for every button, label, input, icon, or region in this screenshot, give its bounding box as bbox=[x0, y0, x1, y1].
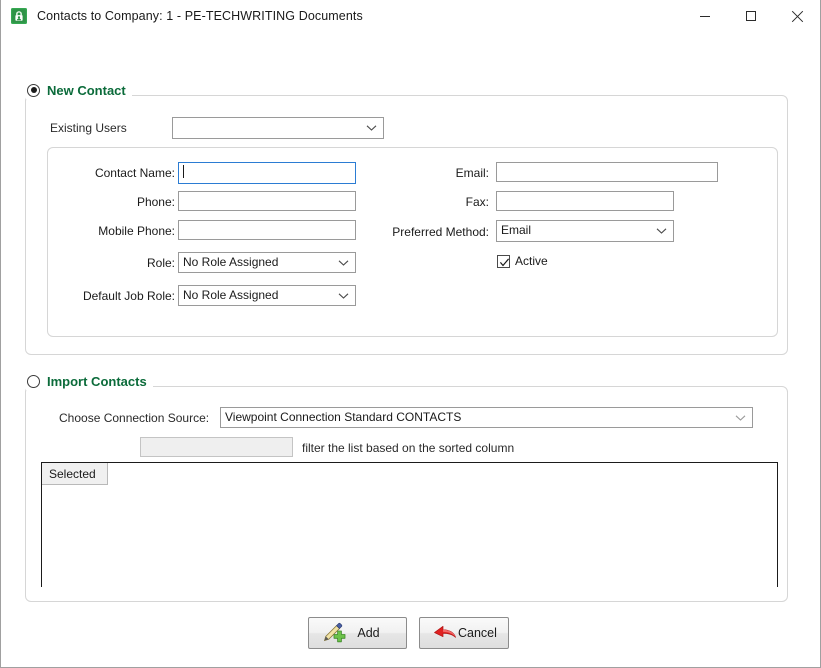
filter-input[interactable] bbox=[140, 437, 293, 457]
title-bar: Contacts to Company: 1 - PE-TECHWRITING … bbox=[1, 0, 820, 33]
email-input[interactable] bbox=[496, 162, 718, 182]
add-button-label: Add bbox=[357, 626, 380, 640]
existing-users-label: Existing Users bbox=[50, 121, 127, 135]
new-contact-label: New Contact bbox=[47, 82, 126, 98]
cancel-button-label: Cancel bbox=[458, 626, 497, 640]
window-title: Contacts to Company: 1 - PE-TECHWRITING … bbox=[37, 9, 363, 23]
role-combo[interactable]: No Role Assigned bbox=[178, 252, 356, 273]
new-contact-radio-row[interactable]: New Contact bbox=[26, 81, 132, 99]
window-controls bbox=[682, 0, 820, 32]
contacts-grid-body[interactable] bbox=[42, 486, 777, 587]
active-checkbox[interactable] bbox=[497, 254, 510, 268]
text-caret bbox=[183, 165, 184, 178]
fax-label: Fax: bbox=[465, 195, 489, 209]
fax-input[interactable] bbox=[496, 191, 674, 211]
active-checkbox-row[interactable]: Active bbox=[497, 254, 548, 268]
phone-input[interactable] bbox=[178, 191, 356, 211]
default-job-role-combo[interactable]: No Role Assigned bbox=[178, 285, 356, 306]
dialog-window: Contacts to Company: 1 - PE-TECHWRITING … bbox=[0, 0, 821, 668]
connection-source-label: Choose Connection Source: bbox=[59, 411, 210, 425]
chevron-down-icon bbox=[656, 222, 667, 241]
chevron-down-icon bbox=[366, 119, 377, 138]
import-contacts-label: Import Contacts bbox=[47, 373, 147, 389]
cancel-button[interactable]: Cancel bbox=[419, 617, 509, 649]
contacts-grid[interactable]: Selected bbox=[41, 462, 778, 587]
minimize-button[interactable] bbox=[682, 0, 728, 32]
preferred-method-label: Preferred Method: bbox=[392, 225, 489, 239]
pen-add-icon bbox=[321, 622, 347, 644]
contacts-grid-header: Selected bbox=[42, 463, 777, 486]
active-label: Active bbox=[515, 254, 548, 268]
contacts-app-icon bbox=[10, 7, 28, 25]
default-job-role-value: No Role Assigned bbox=[183, 288, 279, 302]
contact-name-label: Contact Name: bbox=[94, 166, 175, 180]
new-contact-radio[interactable] bbox=[27, 83, 40, 97]
chevron-down-icon bbox=[338, 286, 349, 305]
red-undo-arrow-icon bbox=[432, 622, 458, 644]
existing-users-combo[interactable] bbox=[172, 117, 384, 139]
connection-source-combo[interactable]: Viewpoint Connection Standard CONTACTS bbox=[220, 407, 753, 428]
import-contacts-radio[interactable] bbox=[27, 374, 40, 388]
default-job-role-label: Default Job Role: bbox=[82, 289, 175, 303]
chevron-down-icon bbox=[338, 253, 349, 272]
email-label: Email: bbox=[455, 166, 489, 180]
connection-source-value: Viewpoint Connection Standard CONTACTS bbox=[225, 410, 462, 424]
phone-label: Phone: bbox=[136, 195, 175, 209]
filter-hint-label: filter the list based on the sorted colu… bbox=[302, 441, 515, 455]
maximize-button[interactable] bbox=[728, 0, 774, 32]
grid-column-selected[interactable]: Selected bbox=[42, 463, 108, 485]
role-label: Role: bbox=[146, 256, 175, 270]
close-button[interactable] bbox=[774, 0, 820, 32]
mobile-phone-label: Mobile Phone: bbox=[98, 224, 175, 238]
preferred-method-combo[interactable]: Email bbox=[496, 220, 674, 242]
role-value: No Role Assigned bbox=[183, 255, 279, 269]
import-contacts-radio-row[interactable]: Import Contacts bbox=[26, 372, 153, 390]
add-button[interactable]: Add bbox=[308, 617, 407, 649]
mobile-phone-input[interactable] bbox=[178, 220, 356, 240]
preferred-method-value: Email bbox=[501, 223, 532, 237]
contact-name-input[interactable] bbox=[178, 162, 356, 184]
chevron-down-icon bbox=[735, 408, 746, 427]
